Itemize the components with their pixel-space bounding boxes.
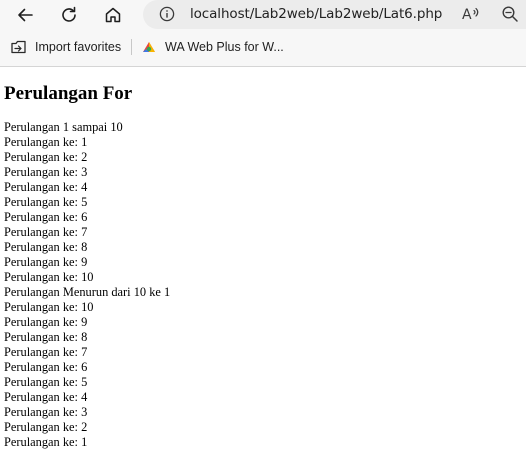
output-line: Perulangan ke: 6 — [4, 360, 88, 374]
page-title: Perulangan For — [4, 83, 133, 104]
wa-web-plus-icon — [143, 42, 155, 52]
favorites-bar: Import favorites WA Web Plus for W... — [0, 33, 526, 61]
address-bar[interactable]: localhost/Lab2web/Lab2web/Lat6.php A — [143, 0, 526, 29]
page-content: Perulangan For Perulangan 1 sampai 10 Per… — [0, 67, 526, 469]
output-line: Perulangan ke: 8 — [4, 330, 88, 344]
output-line: Perulangan ke: 9 — [4, 315, 88, 329]
refresh-icon — [62, 6, 76, 22]
site-info-icon[interactable] — [159, 6, 175, 22]
output-line: Perulangan ke: 8 — [4, 240, 88, 254]
url-text[interactable]: localhost/Lab2web/Lab2web/Lat6.php — [190, 6, 442, 22]
output-line: Perulangan 1 sampai 10 — [4, 120, 123, 134]
favorite-label: WA Web Plus for W... — [165, 40, 284, 54]
favorite-import-favorites[interactable]: Import favorites — [10, 36, 121, 58]
browser-chrome: localhost/Lab2web/Lab2web/Lat6.php A Imp… — [0, 0, 526, 67]
output-line: Perulangan ke: 1 — [4, 435, 88, 449]
output-line: Perulangan ke: 5 — [4, 375, 88, 389]
back-arrow-icon — [18, 8, 33, 22]
favorite-wa-web-plus[interactable]: WA Web Plus for W... — [141, 36, 284, 58]
output-line: Perulangan ke: 7 — [4, 345, 88, 359]
output-line: Perulangan ke: 2 — [4, 420, 88, 434]
output-line: Perulangan ke: 6 — [4, 210, 88, 224]
output-line: Perulangan ke: 4 — [4, 390, 88, 404]
home-button[interactable] — [100, 2, 126, 28]
home-icon — [105, 7, 121, 23]
output-line: Perulangan ke: 4 — [4, 180, 88, 194]
back-button[interactable] — [12, 2, 38, 28]
output-line: Perulangan ke: 7 — [4, 225, 88, 239]
output-line: Perulangan ke: 3 — [4, 165, 88, 179]
output-line: Perulangan ke: 2 — [4, 150, 88, 164]
favorites-separator — [131, 39, 132, 55]
favorite-label: Import favorites — [35, 40, 122, 54]
output-line: Perulangan ke: 5 — [4, 195, 88, 209]
output-lines: Perulangan 1 sampai 10 Perulangan ke: 1 Pe… — [4, 120, 170, 450]
output-line: Perulangan ke: 1 — [4, 135, 88, 149]
output-line: Perulangan ke: 10 — [4, 270, 94, 284]
zoom-out-icon[interactable] — [501, 5, 519, 23]
output-line: Perulangan ke: 10 — [4, 300, 94, 314]
output-line: Perulangan ke: 9 — [4, 255, 88, 269]
svg-text:A: A — [462, 7, 472, 23]
read-aloud-icon[interactable]: A — [461, 4, 481, 24]
refresh-button[interactable] — [56, 2, 82, 28]
browser-toolbar: localhost/Lab2web/Lab2web/Lat6.php A — [0, 0, 526, 30]
output-line: Perulangan Menurun dari 10 ke 1 — [4, 285, 171, 299]
import-favorites-icon — [11, 40, 26, 54]
output-line: Perulangan ke: 3 — [4, 405, 88, 419]
